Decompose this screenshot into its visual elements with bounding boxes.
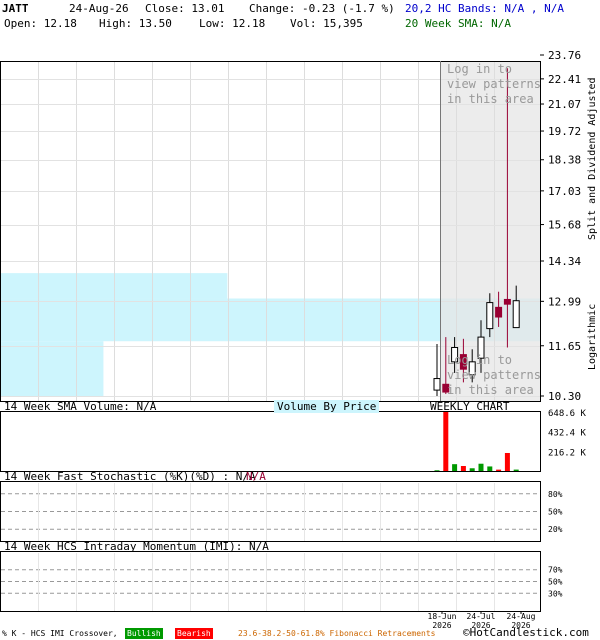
bullish-badge: Bullish [125, 628, 163, 639]
imi-grid: 70% 50% 30% [1, 553, 563, 611]
price-tick-label: 18.38 [548, 154, 581, 167]
fibonacci-legend: 23.6-38.2-50-61.8% Fibonacci Retracement… [238, 629, 436, 638]
volume-panel-frame [0, 411, 541, 472]
imi-tick-label: 50% [548, 578, 563, 587]
volume-bar-7 [496, 469, 502, 471]
date-tick-label: 18-Jun [428, 612, 457, 621]
price-axis: 23.76 22.41 21.07 19.72 18.38 17.03 15.68 14.34… [540, 49, 581, 403]
stochastic-grid: 80% 50% 20% [1, 483, 563, 541]
imi-tick-label: 70% [548, 566, 563, 575]
bearish-badge: Bearish [175, 628, 213, 639]
price-tick-label: 21.07 [548, 98, 581, 111]
stochastic-na: N/A [246, 470, 266, 483]
price-tick-label: 10.30 [548, 390, 581, 403]
candle-body-8 [503, 298, 511, 305]
stoch-tick-label: 80% [548, 490, 563, 499]
crossover-legend: % K - HCS IMI Crossover, [2, 629, 118, 638]
volume-bar-8 [504, 452, 510, 471]
stochastic-panel-title: 14 Week Fast Stochastic (%K)(%D) : N/A [4, 470, 256, 483]
vbp-band-2 [1, 341, 104, 396]
price-tick-label: 17.03 [548, 185, 581, 198]
imi-tick-label: 30% [548, 589, 563, 598]
volume-bars [434, 412, 519, 471]
date-tick-label: 24-Jul [467, 612, 496, 621]
volume-by-price-label: Volume By Price [274, 400, 380, 413]
logarithmic-label: Logarithmic [587, 303, 598, 370]
volume-panel-title: 14 Week SMA Volume: N/A [4, 400, 157, 413]
volume-axis: 648.6 K 432.4 K 216.2 K [548, 409, 587, 458]
copyright: ©HotCandlestick.com [463, 626, 589, 639]
date-tick-label: 24-Aug [507, 612, 536, 621]
volume-bar-2 [452, 464, 458, 471]
stoch-tick-label: 50% [548, 508, 563, 517]
volume-tick-label: 216.2 K [548, 448, 587, 458]
imi-panel-title: 14 Week HCS Intraday Momentum (IMI): N/A [4, 540, 269, 553]
price-tick-label: 23.76 [548, 49, 581, 62]
candle-body-0 [433, 378, 441, 391]
price-tick-label: 15.68 [548, 219, 581, 232]
candle-body-6 [486, 302, 494, 330]
price-tick-label: 14.34 [548, 255, 581, 268]
volume-bar-6 [487, 466, 493, 471]
volume-tick-label: 648.6 K [548, 409, 587, 419]
price-tick-label: 19.72 [548, 125, 581, 138]
volume-bar-4 [469, 468, 475, 471]
login-prompt-top[interactable]: Log in to view patterns in this area [447, 62, 541, 107]
volume-bar-9 [513, 469, 519, 471]
volume-bar-1 [443, 412, 449, 471]
price-tick-label: 22.41 [548, 73, 581, 86]
candle-body-9 [512, 300, 520, 329]
stoch-tick-label: 20% [548, 525, 563, 534]
candle-body-7 [495, 306, 503, 318]
split-adjusted-label: Split and Dividend Adjusted [587, 77, 598, 240]
volume-tick-label: 432.4 K [548, 429, 587, 439]
weekly-chart-label: WEEKLY CHART [430, 400, 510, 413]
price-tick-label: 11.65 [548, 340, 581, 353]
volume-bar-5 [478, 463, 484, 471]
volume-bar-3 [460, 465, 466, 471]
volume-bar-0 [434, 470, 440, 471]
price-tick-label: 12.99 [548, 295, 581, 308]
login-prompt-bottom[interactable]: Log in to view patterns in this area [447, 353, 541, 398]
